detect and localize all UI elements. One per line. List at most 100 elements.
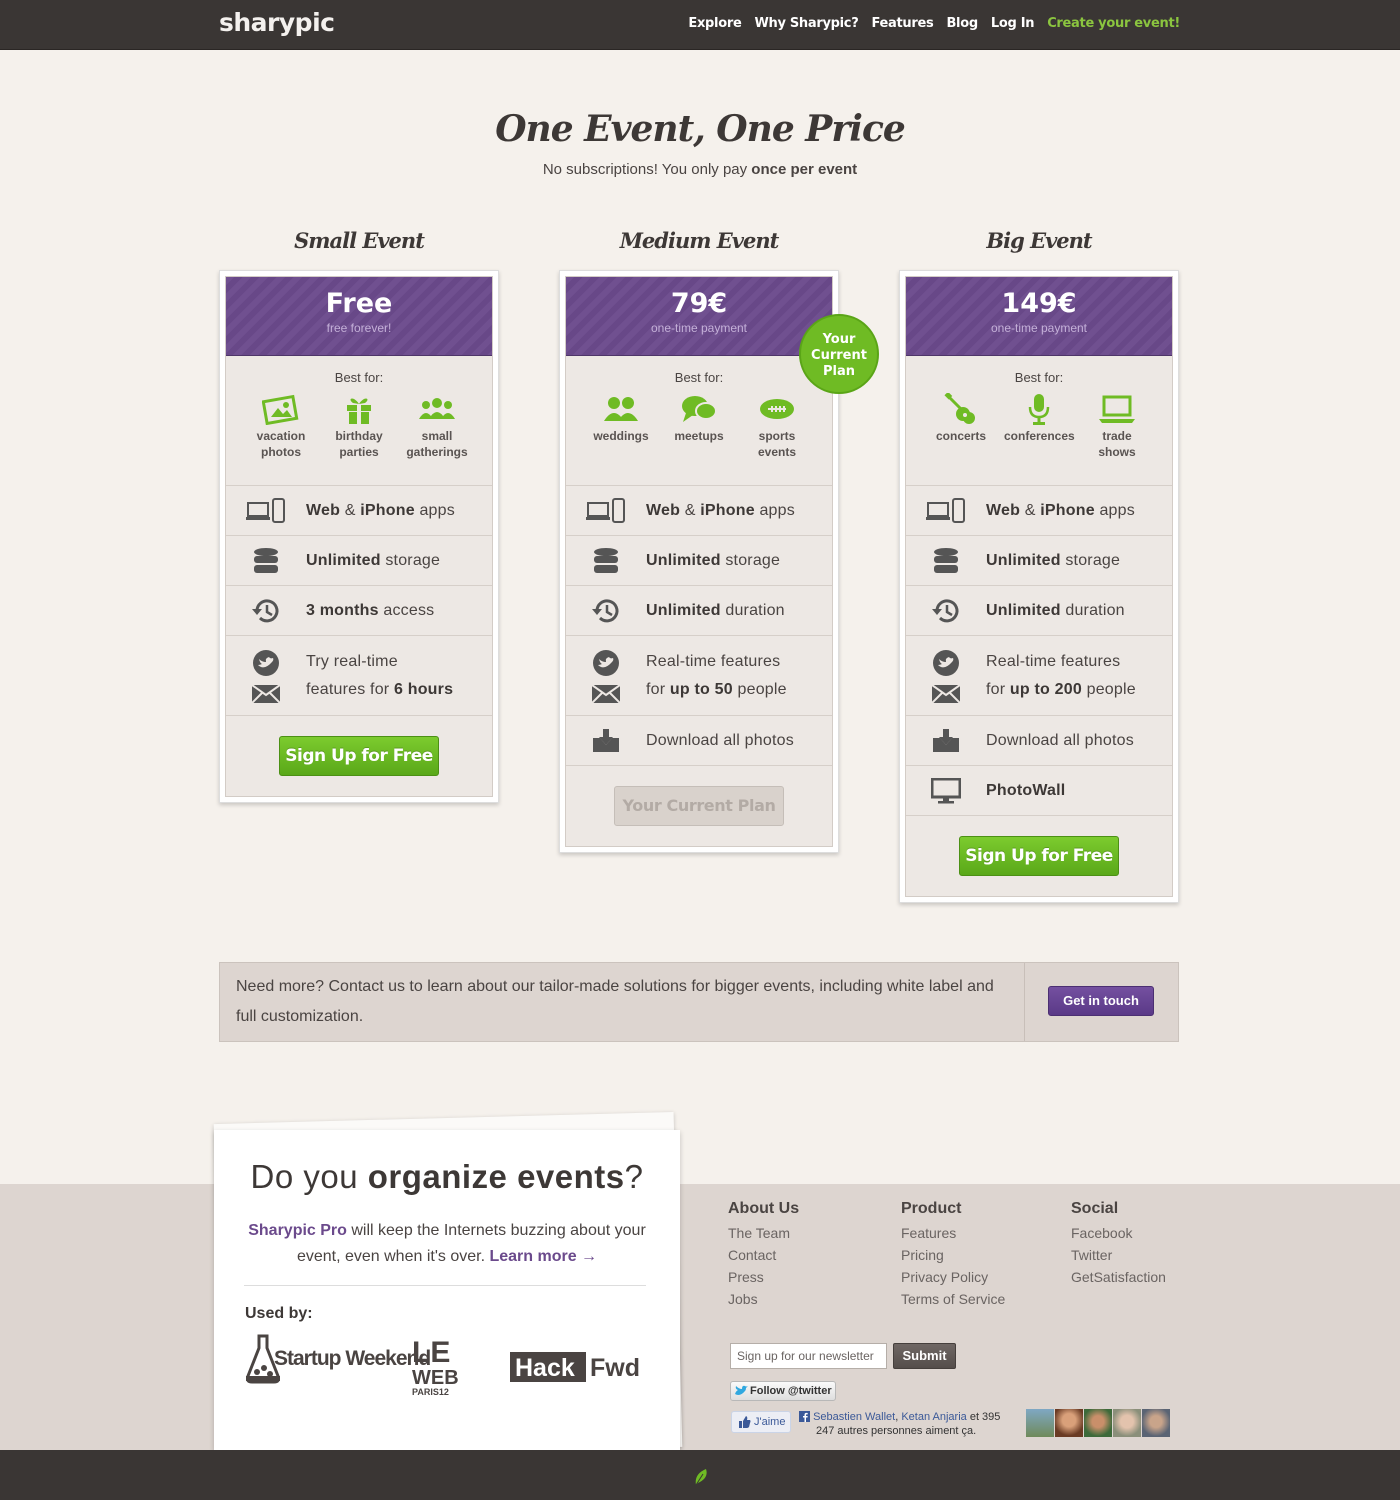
pricing-card-medium: 79€ one-time payment Best for: weddings … — [559, 270, 839, 853]
avatar[interactable] — [1084, 1409, 1112, 1437]
pricing-card-small: Free free forever! Best for: vacation ph… — [219, 270, 499, 803]
footer-heading: Social — [1071, 1200, 1119, 1217]
apps-rest: apps — [1094, 501, 1135, 519]
footer-heading: Product — [901, 1200, 962, 1217]
twitter-follow-button[interactable]: Follow @twitter — [730, 1381, 836, 1401]
twitter-bird-icon — [933, 649, 959, 676]
nav-blog[interactable]: Blog — [946, 16, 978, 31]
history-icon — [592, 598, 619, 622]
sign-up-free-button[interactable]: Sign Up for Free — [959, 836, 1119, 876]
best-for: Best for: vacation photos birthday parti… — [226, 356, 492, 486]
footer-link-features[interactable]: Features — [901, 1222, 1005, 1244]
use-label-2: photos — [261, 445, 301, 459]
footer — [0, 1184, 1400, 1450]
sharypic-pro-link[interactable]: Sharypic Pro — [248, 1222, 347, 1239]
footer-link-facebook[interactable]: Facebook — [1071, 1222, 1166, 1244]
feature-apps: Web & iPhone apps — [566, 486, 832, 536]
devices-icon — [246, 497, 285, 523]
facebook-friend-1[interactable]: Sebastien Wallet — [813, 1411, 895, 1423]
best-for-label: Best for: — [674, 370, 724, 385]
contact-box: Need more? Contact us to learn about our… — [219, 962, 1179, 1042]
realtime-bold: up to 50 — [669, 680, 733, 698]
avatar[interactable] — [1055, 1409, 1083, 1437]
avatar[interactable] — [1142, 1409, 1170, 1437]
apps-rest: apps — [754, 501, 795, 519]
get-in-touch-button[interactable]: Get in touch — [1048, 986, 1154, 1016]
logo-startup-text: Startup Weekend — [274, 1347, 430, 1370]
database-icon — [934, 547, 958, 573]
footer-link-twitter[interactable]: Twitter — [1071, 1244, 1166, 1266]
footer-link-contact[interactable]: Contact — [728, 1244, 799, 1266]
devices-icon — [586, 497, 625, 523]
logo-leweb-2: WEB — [412, 1367, 459, 1389]
site-logo[interactable]: sharypic — [219, 8, 335, 37]
footer-link-getsatisfaction[interactable]: GetSatisfaction — [1071, 1266, 1166, 1288]
download-icon — [593, 728, 619, 752]
footer-link-press[interactable]: Press — [728, 1266, 799, 1288]
envelope-icon — [252, 684, 280, 703]
footer-link-pricing[interactable]: Pricing — [901, 1244, 1005, 1266]
main-nav: Explore Why Sharypic? Features Blog Log … — [688, 16, 1180, 31]
logo-hack: Hack — [515, 1354, 575, 1382]
apps-rest: apps — [414, 501, 455, 519]
use-case: birthday parties — [324, 393, 394, 460]
duration-rest: access — [378, 601, 435, 619]
promo-title-post: ? — [624, 1158, 644, 1195]
apps-bold-1: Web — [646, 501, 681, 519]
nav-explore[interactable]: Explore — [688, 16, 741, 31]
couple-icon — [604, 397, 638, 421]
download-icon — [933, 728, 959, 752]
use-label-2: shows — [1098, 445, 1136, 459]
current-plan-button[interactable]: Your Current Plan — [614, 786, 784, 826]
promo-title: Do you organize events? — [214, 1158, 680, 1196]
facebook-friend-2[interactable]: Ketan Anjaria — [901, 1411, 966, 1423]
page-title: One Event, One Price — [495, 108, 906, 150]
price: Free — [325, 288, 393, 319]
footer-link-privacy[interactable]: Privacy Policy — [901, 1266, 1005, 1288]
duration-rest: duration — [720, 601, 785, 619]
realtime-line2: for — [986, 680, 1010, 698]
avatar[interactable] — [1026, 1409, 1054, 1437]
best-for: Best for: concerts conferences trade sho… — [906, 356, 1172, 486]
facebook-like-label: J'aime — [754, 1416, 786, 1428]
nav-why-sharypic[interactable]: Why Sharypic? — [754, 16, 858, 31]
download-text: Download all photos — [646, 731, 794, 749]
apps-mid: & — [1020, 501, 1041, 519]
use-label-1: concerts — [935, 429, 987, 443]
duration-rest: duration — [1060, 601, 1125, 619]
feature-download: Download all photos — [566, 716, 832, 766]
best-for-label: Best for: — [334, 370, 384, 385]
use-label-2: gatherings — [406, 445, 468, 459]
storage-bold: Unlimited — [646, 551, 721, 569]
logo-leweb-3: PARIS12 — [412, 1387, 449, 1397]
nav-create-event[interactable]: Create your event! — [1047, 16, 1180, 31]
feature-download: Download all photos — [906, 716, 1172, 766]
newsletter-submit-button[interactable]: Submit — [893, 1343, 956, 1369]
top-bar: sharypic Explore Why Sharypic? Features … — [0, 0, 1400, 50]
feature-storage: Unlimited storage — [906, 536, 1172, 586]
sign-up-free-button[interactable]: Sign Up for Free — [279, 736, 439, 776]
database-icon — [594, 547, 618, 573]
database-icon — [254, 547, 278, 573]
nav-features[interactable]: Features — [871, 16, 933, 31]
footer-link-team[interactable]: The Team — [728, 1222, 799, 1244]
promo-divider — [244, 1285, 646, 1286]
facebook-like-button[interactable]: J'aime — [731, 1411, 791, 1433]
learn-more-link[interactable]: Learn more → — [489, 1248, 597, 1265]
footer-column-social: Social Facebook Twitter GetSatisfaction — [1071, 1200, 1166, 1288]
newsletter-input[interactable]: Sign up for our newsletter — [730, 1343, 887, 1369]
use-label-2: parties — [339, 445, 379, 459]
avatar[interactable] — [1113, 1409, 1141, 1437]
envelope-icon — [932, 684, 960, 703]
guitar-icon — [944, 393, 975, 424]
football-icon — [760, 399, 794, 419]
storage-bold: Unlimited — [986, 551, 1061, 569]
feature-realtime: Real-time features for up to 200 people — [906, 636, 1172, 716]
footer-link-terms[interactable]: Terms of Service — [901, 1288, 1005, 1310]
feature-duration: Unlimited duration — [566, 586, 832, 636]
duration-bold: Unlimited — [646, 601, 721, 619]
footer-link-jobs[interactable]: Jobs — [728, 1288, 799, 1310]
envelope-icon — [592, 684, 620, 703]
nav-login[interactable]: Log In — [991, 16, 1035, 31]
use-case: weddings — [586, 393, 656, 460]
